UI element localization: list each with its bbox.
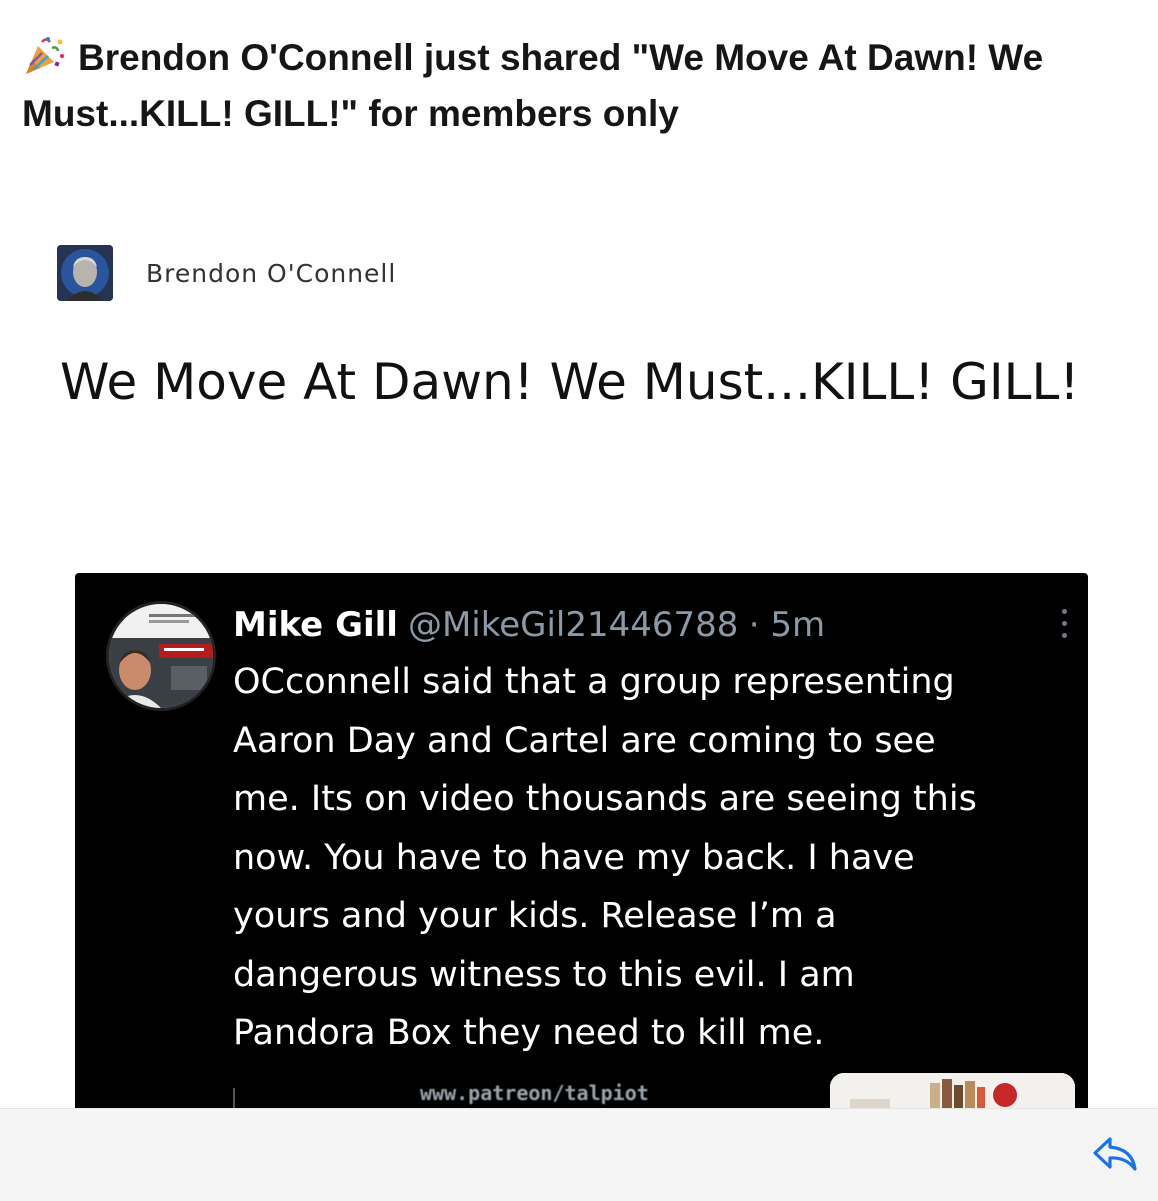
tweet-time: · 5m [748, 605, 826, 645]
tweet-header: Mike Gill @MikeGil21446788 · 5m [233, 601, 825, 648]
embedded-tweet-image: Mike Gill @MikeGil21446788 · 5m OCconnell… [75, 573, 1088, 1133]
author-avatar[interactable] [57, 245, 113, 301]
bottom-toolbar [0, 1108, 1158, 1201]
email-subject-text: Brendon O'Connell just shared "We Move A… [22, 37, 1044, 134]
reply-arrow-icon [1093, 1137, 1137, 1171]
email-subject: Brendon O'Connell just shared "We Move A… [22, 30, 1132, 142]
tweet-author-handle: @MikeGil21446788 [407, 605, 739, 645]
reply-button[interactable] [1090, 1129, 1140, 1179]
watermark-url: www.patreon/talpiot [420, 1081, 649, 1105]
author-row[interactable]: Brendon O'Connell [57, 245, 396, 301]
post-title[interactable]: We Move At Dawn! We Must...KILL! GILL! [60, 350, 1120, 414]
more-vertical-icon [1060, 609, 1068, 645]
tweet-text: OCconnell said that a group representing… [233, 662, 977, 1053]
tweet-author-name: Mike Gill [233, 605, 398, 645]
party-popper-icon [22, 36, 66, 76]
author-name[interactable]: Brendon O'Connell [146, 259, 396, 288]
tweet-avatar [106, 601, 216, 711]
